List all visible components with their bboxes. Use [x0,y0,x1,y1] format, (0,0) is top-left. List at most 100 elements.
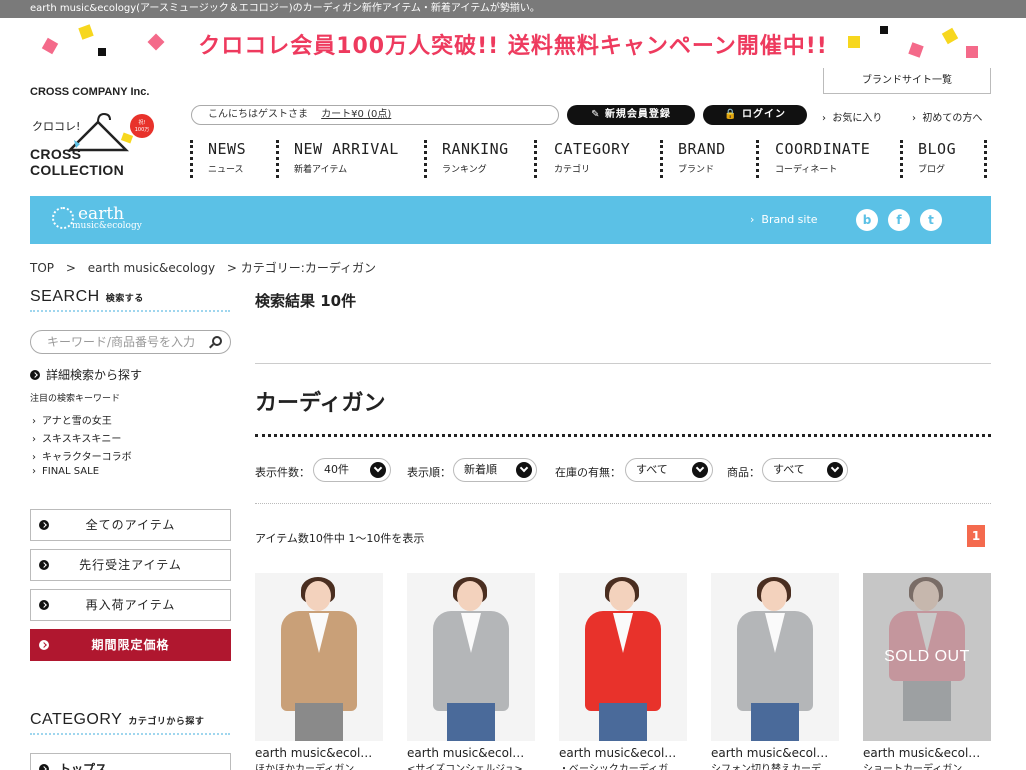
arrow-circle-icon [39,600,49,610]
limited-price-button[interactable]: 期間限定価格 [30,629,231,661]
keyword-item[interactable]: スキスキスキニー [30,430,231,445]
brand-logo[interactable]: earth music&ecology [52,204,142,231]
preorder-label: 先行受注アイテム [79,558,182,572]
nav-news[interactable]: NEWS ニュース [208,138,246,180]
nav-ranking[interactable]: RANKING ランキング [442,138,509,180]
site-logo[interactable]: クロコレ! 祝! 100万 CROSS COLLECTION [30,104,170,182]
nav-separator [984,140,988,178]
product-name[interactable]: ほかほかカーディガン [255,760,383,770]
product-select[interactable]: すべて [762,458,848,482]
filter-bar: 表示件数： 40件 表示順： 新着順 在庫の有無： すべて 商品： すべて [255,458,991,482]
arrow-circle-icon [39,560,49,570]
product-name[interactable]: ショートカーディガン [863,760,991,770]
advanced-search-label: 詳細検索から探す [46,368,143,382]
blog-icon[interactable]: b [856,209,878,231]
nav-new-arrival[interactable]: NEW ARRIVAL 新着アイテム [294,138,399,180]
brand-site-link[interactable]: › Brand site [750,213,818,226]
restock-button[interactable]: 再入荷アイテム [30,589,231,621]
product-brand[interactable]: earth music&ecol… [863,746,991,760]
category-item-tops[interactable]: トップス [30,753,231,770]
confetti-icon [880,26,888,34]
first-time-label: 初めての方へ [922,113,983,124]
search-placeholder: キーワード/商品番号を入力 [47,335,196,349]
breadcrumb-top[interactable]: TOP [30,261,54,275]
main-content: 検索結果 10件 カーディガン 表示件数： 40件 表示順： 新着順 在庫の有無… [255,290,991,770]
nav-new-arrival-ja: 新着アイテム [294,165,348,175]
product-image[interactable]: SOLD OUT [863,573,991,741]
per-page-select[interactable]: 40件 [313,458,391,482]
nav-brand[interactable]: BRAND ブランド [678,138,726,180]
all-items-button[interactable]: 全てのアイテム [30,509,231,541]
pagination-current[interactable]: 1 [967,525,985,547]
search-heading: SEARCH 検索する [30,288,231,306]
product-image[interactable] [255,573,383,741]
nav-separator [190,140,194,178]
search-input[interactable]: キーワード/商品番号を入力 [30,330,231,354]
sort-select[interactable]: 新着順 [453,458,537,482]
twitter-icon[interactable]: t [920,209,942,231]
page-title: カーディガン [255,391,386,416]
filter-label: 表示件数： [255,466,310,479]
sold-out-overlay: SOLD OUT [863,573,991,741]
product-name[interactable]: ・ベーシックカーディガ [559,760,687,770]
product-card[interactable]: earth music&ecol… ほかほかカーディガン [255,573,383,770]
favorites-link[interactable]: › お気に入り [822,109,882,124]
product-card[interactable]: SOLD OUT earth music&ecol… ショートカーディガン [863,573,991,770]
logo-title: CROSS COLLECTION [30,146,124,178]
keyword-list: アナと雪の女王 スキスキスキニー キャラクターコラボ FINAL SALE [30,412,231,477]
nav-news-ja: ニュース [208,165,244,175]
keyword-item[interactable]: アナと雪の女王 [30,412,231,427]
product-grid: earth music&ecol… ほかほかカーディガン earth music… [255,573,991,770]
product-brand[interactable]: earth music&ecol… [559,746,687,760]
advanced-search-link[interactable]: 詳細検索から探す [30,366,231,383]
divider [255,503,991,504]
campaign-banner[interactable]: クロコレ会員100万人突破!! 送料無料キャンペーン開催中!! [0,22,1026,70]
cart-link[interactable]: カート¥0 (0点) [321,109,391,120]
restock-label: 再入荷アイテム [85,598,176,612]
keyword-item[interactable]: FINAL SALE [30,466,231,477]
first-time-link[interactable]: › 初めての方へ [912,109,982,124]
breadcrumb-brand[interactable]: earth music&ecology [88,261,215,275]
product-name[interactable]: <サイズコンシェルジュ> [407,760,535,770]
svg-text:100万: 100万 [135,127,150,133]
product-brand[interactable]: earth music&ecol… [711,746,839,760]
sort-value: 新着順 [464,463,497,476]
nav-separator [534,140,538,178]
search-heading-sub: 検索する [105,293,144,303]
register-label: 新規会員登録 [604,109,671,120]
preorder-button[interactable]: 先行受注アイテム [30,549,231,581]
product-image[interactable] [559,573,687,741]
product-name[interactable]: シフォン切り替えカーデ [711,760,839,770]
stock-select[interactable]: すべて [625,458,713,482]
facebook-icon[interactable]: f [888,209,910,231]
heading-underline [30,308,230,312]
brand-list-button[interactable]: ブランドサイト一覧 [823,68,991,94]
product-image[interactable] [407,573,535,741]
limited-price-label: 期間限定価格 [91,638,170,652]
nav-category[interactable]: CATEGORY カテゴリ [554,138,630,180]
nav-coordinate-en: COORDINATE [775,140,871,158]
nav-ranking-en: RANKING [442,140,509,158]
top-info-bar: earth music&ecology(アースミュージック＆エコロジー)のカーデ… [0,0,1026,18]
keyword-item[interactable]: キャラクターコラボ [30,448,231,463]
nav-separator [276,140,280,178]
product-image[interactable] [711,573,839,741]
nav-blog-ja: ブログ [918,165,946,175]
nav-blog[interactable]: BLOG ブログ [918,138,956,180]
arrow-circle-icon [39,640,49,650]
product-brand[interactable]: earth music&ecol… [255,746,383,760]
nav-news-en: NEWS [208,140,247,158]
search-icon[interactable] [212,336,222,346]
product-card[interactable]: earth music&ecol… ・ベーシックカーディガ [559,573,687,770]
login-button[interactable]: 🔒 ログイン [703,105,807,125]
product-card[interactable]: earth music&ecol… <サイズコンシェルジュ> [407,573,535,770]
product-brand[interactable]: earth music&ecol… [407,746,535,760]
brand-bar: earth music&ecology › Brand site b f t [30,196,991,244]
nav-coordinate[interactable]: COORDINATE コーディネート [775,138,870,180]
chevron-down-icon [827,462,843,478]
result-count: 検索結果 10件 [255,292,357,310]
product-value: すべて [773,463,805,476]
nav-coordinate-ja: コーディネート [775,165,838,175]
register-button[interactable]: ✎ 新規会員登録 [567,105,695,125]
product-card[interactable]: earth music&ecol… シフォン切り替えカーデ [711,573,839,770]
